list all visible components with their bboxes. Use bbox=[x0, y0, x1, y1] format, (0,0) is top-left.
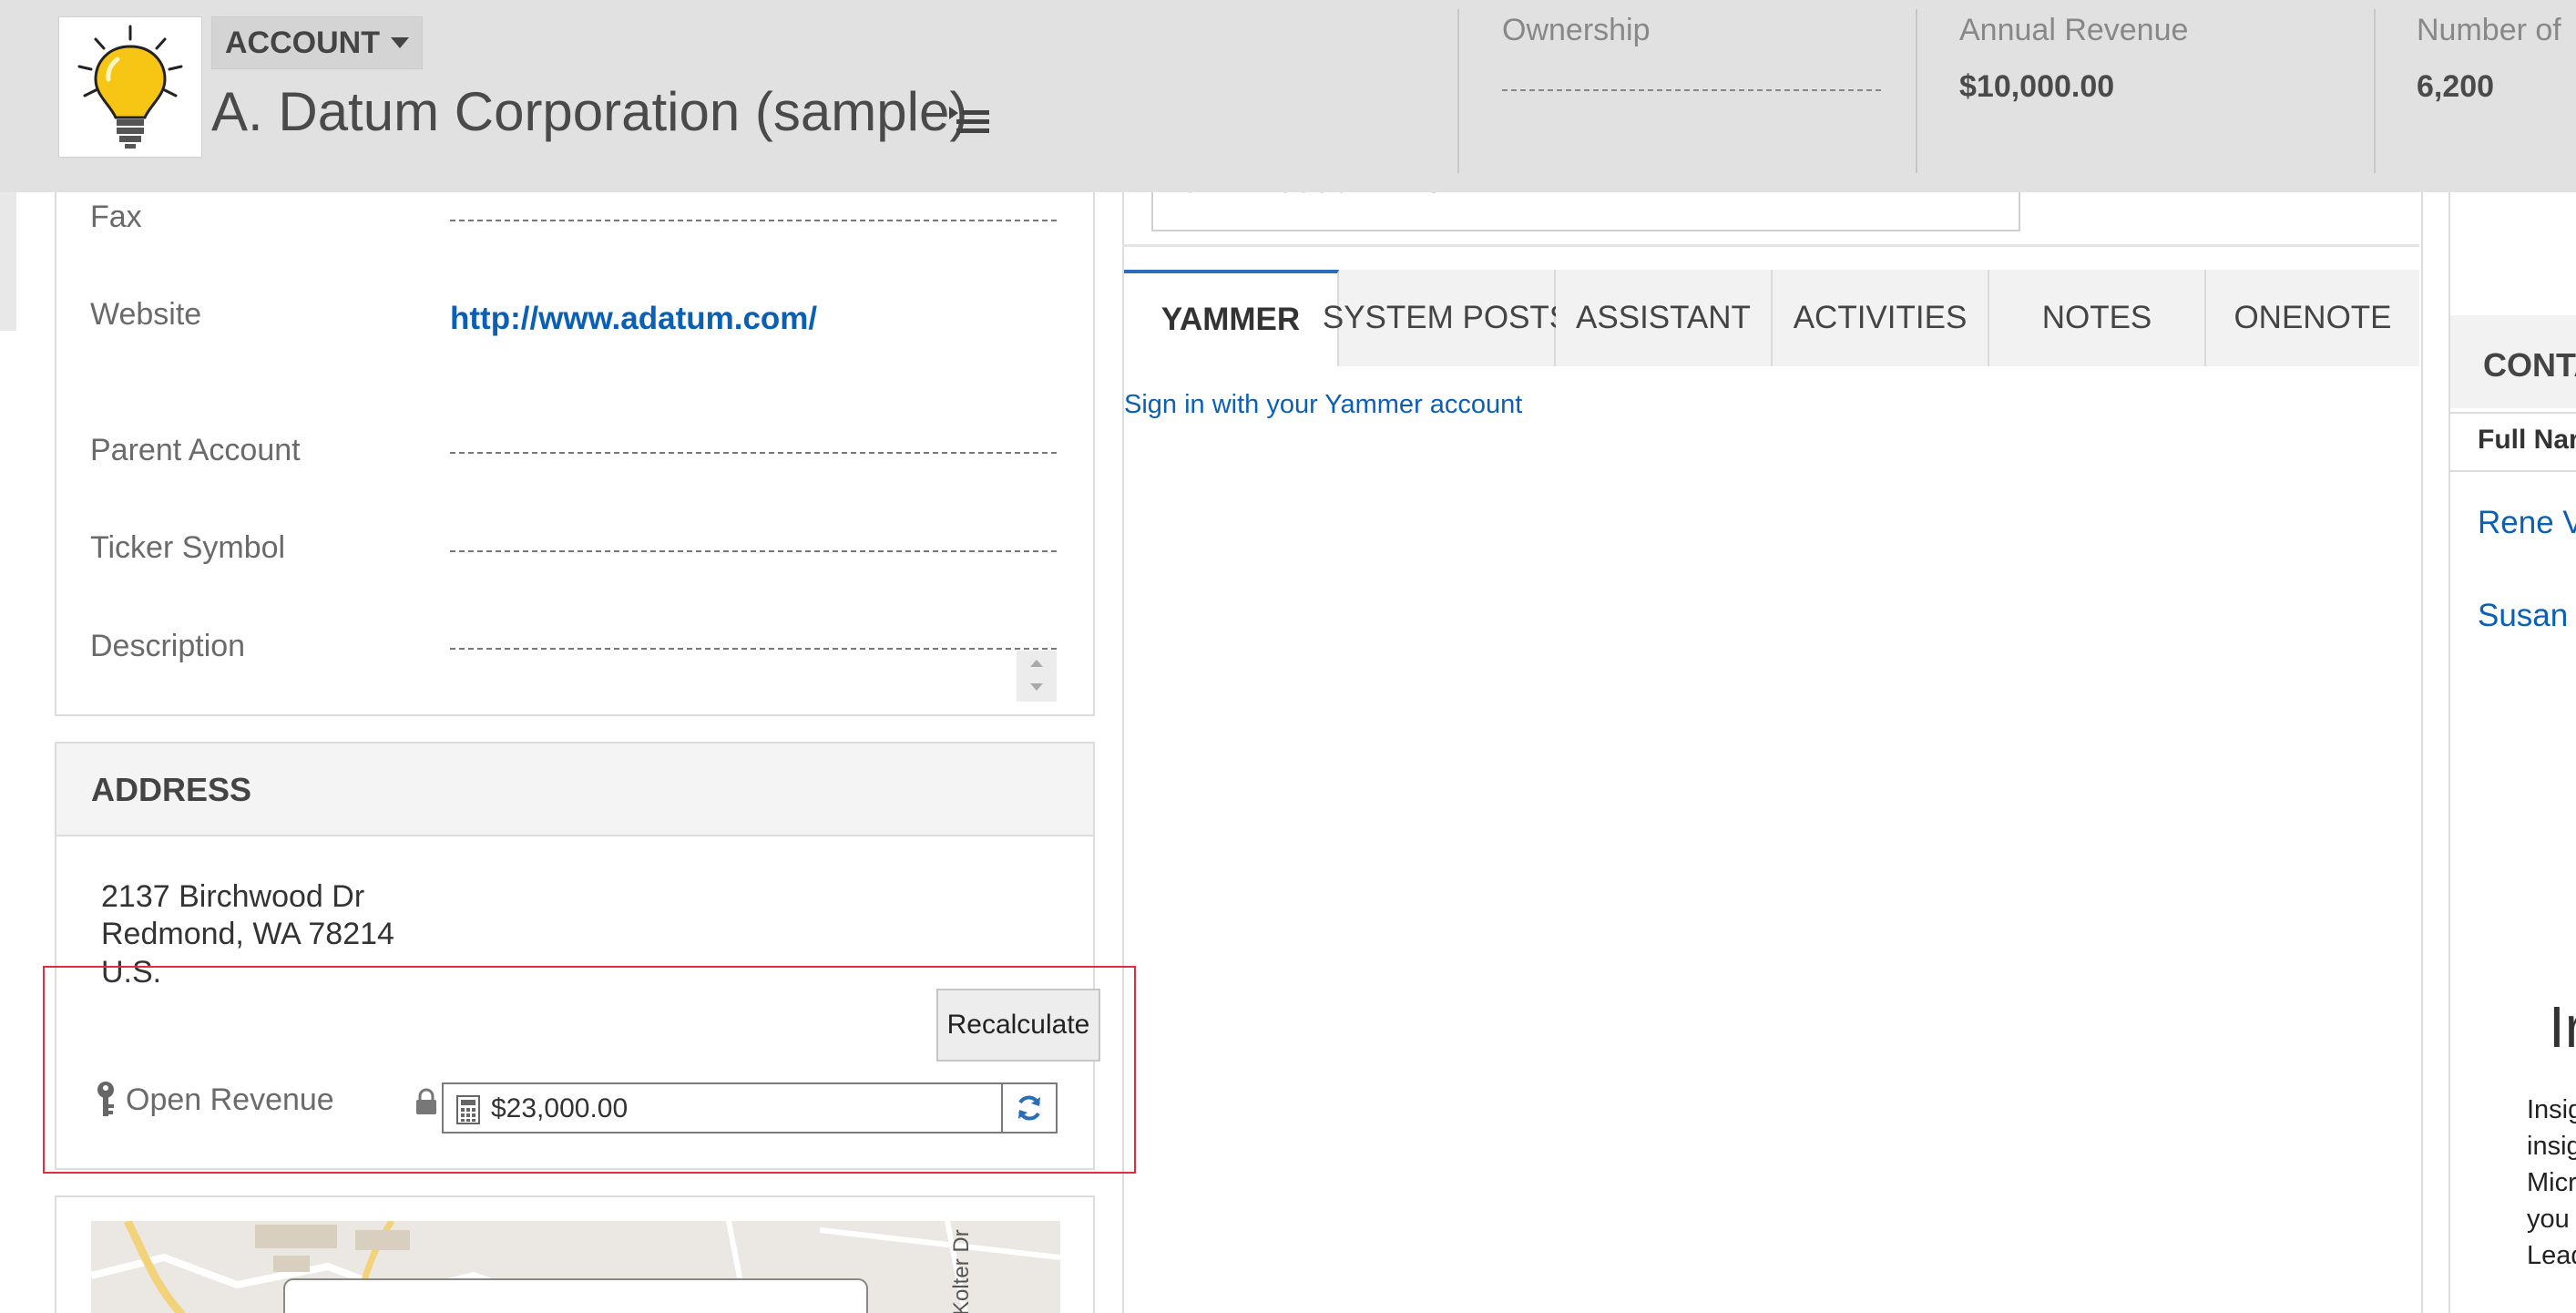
parent-account-field[interactable] bbox=[450, 452, 1057, 454]
fax-label: Fax bbox=[90, 200, 142, 234]
number-of-employees-label: Number of bbox=[2417, 13, 2561, 47]
tab-onenote[interactable]: ONENOTE bbox=[2206, 270, 2419, 366]
contacts-section-header[interactable]: CONTA bbox=[2450, 315, 2576, 408]
address-line-1: 2137 Birchwood Dr bbox=[101, 879, 365, 914]
tab-system-posts[interactable]: SYSTEM POSTS bbox=[1323, 270, 1570, 366]
header-divider bbox=[2374, 9, 2376, 173]
description-label: Description bbox=[90, 629, 246, 663]
scroll-down-icon[interactable] bbox=[1030, 683, 1043, 691]
insights-text-line: Lead bbox=[2527, 1241, 2576, 1270]
ownership-empty-value[interactable] bbox=[1502, 89, 1881, 91]
number-of-employees-value[interactable]: 6,200 bbox=[2417, 69, 2494, 105]
address-section-title: ADDRESS bbox=[91, 771, 252, 808]
parent-account-label: Parent Account bbox=[90, 433, 301, 467]
scroll-up-icon[interactable] bbox=[1030, 660, 1043, 667]
tab-activities[interactable]: ACTIVITIES bbox=[1773, 270, 1989, 366]
website-link[interactable]: http://www.adatum.com/ bbox=[450, 301, 817, 337]
address-line-2: Redmond, WA 78214 bbox=[101, 917, 394, 951]
contact-link[interactable]: Rene V bbox=[2478, 505, 2576, 541]
menu-list-icon[interactable] bbox=[947, 104, 991, 135]
contacts-section-title: CONTA bbox=[2483, 346, 2576, 384]
recalculate-button[interactable]: Recalculate bbox=[936, 989, 1100, 1062]
social-tabs: YAMMER SYSTEM POSTS ASSISTANT ACTIVITIES… bbox=[1124, 270, 2419, 366]
lightbulb-icon bbox=[77, 25, 183, 149]
ticker-symbol-field[interactable] bbox=[450, 550, 1057, 552]
website-label: Website bbox=[90, 297, 202, 332]
chevron-down-icon bbox=[390, 37, 409, 48]
ownership-label: Ownership bbox=[1502, 13, 1651, 47]
insights-text-line: Insig bbox=[2527, 1095, 2576, 1124]
insights-text-line: insig bbox=[2527, 1132, 2576, 1161]
description-scrollbar[interactable] bbox=[1017, 651, 1057, 702]
header-divider bbox=[1457, 9, 1459, 173]
header-divider bbox=[1916, 9, 1917, 173]
fax-field[interactable] bbox=[450, 220, 1057, 221]
contact-link[interactable]: Susan I bbox=[2478, 598, 2576, 634]
ticker-symbol-label: Ticker Symbol bbox=[90, 530, 286, 565]
insights-text-line: you bbox=[2527, 1205, 2570, 1234]
tab-notes[interactable]: NOTES bbox=[1989, 270, 2206, 366]
entity-type-label: ACCOUNT bbox=[225, 25, 380, 60]
record-header: ACCOUNT A. Datum Corporation (sample) Ow… bbox=[0, 0, 2576, 192]
record-title: A. Datum Corporation (sample) bbox=[211, 81, 968, 142]
full-name-column-label: Full Nar bbox=[2478, 425, 2576, 455]
insights-text-line: Micr bbox=[2527, 1168, 2576, 1197]
map-image bbox=[91, 1221, 1060, 1313]
separator bbox=[1122, 244, 2419, 247]
left-gutter bbox=[0, 192, 16, 331]
contacts-column-header[interactable]: Full Nar bbox=[2450, 412, 2576, 472]
annual-revenue-value[interactable]: $10,000.00 bbox=[1959, 69, 2114, 105]
address-map[interactable]: Kolter Dr bbox=[55, 1195, 1095, 1313]
description-field[interactable] bbox=[450, 648, 1057, 650]
insights-title: Ir bbox=[2549, 994, 2576, 1060]
map-street-label: Kolter Dr bbox=[949, 1229, 974, 1313]
yammer-signin-link[interactable]: Sign in with your Yammer account bbox=[1124, 390, 1522, 420]
annual-revenue-label: Annual Revenue bbox=[1959, 13, 2189, 47]
account-image[interactable] bbox=[58, 16, 202, 158]
entity-type-menu[interactable]: ACCOUNT bbox=[211, 16, 423, 69]
address-section-header[interactable]: ADDRESS bbox=[56, 744, 1093, 836]
tab-yammer[interactable]: YAMMER bbox=[1124, 270, 1339, 366]
tab-assistant[interactable]: ASSISTANT bbox=[1556, 270, 1773, 366]
